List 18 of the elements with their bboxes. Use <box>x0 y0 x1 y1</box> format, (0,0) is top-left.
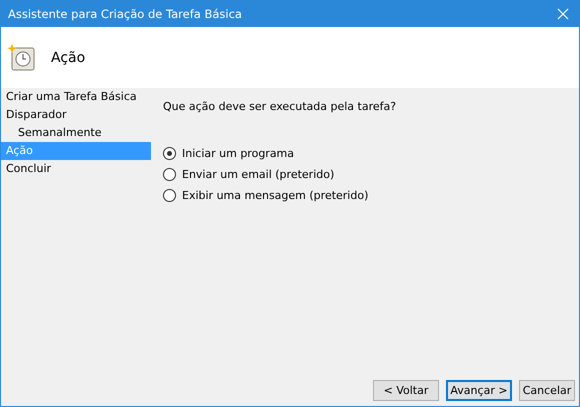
radio-button[interactable] <box>163 168 176 181</box>
radio-button[interactable] <box>163 189 176 202</box>
radio-option[interactable]: Enviar um email (preterido) <box>163 164 579 185</box>
sidebar-item[interactable]: Semanalmente <box>1 124 151 142</box>
close-icon[interactable] <box>557 8 569 20</box>
radio-option[interactable]: Iniciar um programa <box>163 143 579 164</box>
window-title: Assistente para Criação de Tarefa Básica <box>8 7 242 21</box>
wizard-button[interactable]: Avançar > <box>446 380 512 401</box>
sidebar-item[interactable]: Concluir <box>1 160 151 178</box>
radio-button[interactable] <box>163 147 176 160</box>
wizard-button[interactable]: < Voltar <box>373 380 439 401</box>
question-text: Que ação deve ser executada pela tarefa? <box>163 100 398 113</box>
sidebar-item[interactable]: Disparador <box>1 106 151 124</box>
clock-icon <box>7 42 37 72</box>
wizard-button[interactable]: Cancelar <box>519 380 575 401</box>
sidebar-item[interactable]: Criar uma Tarefa Básica <box>1 88 151 106</box>
radio-option[interactable]: Exibir uma mensagem (preterido) <box>163 185 579 206</box>
page-title: Ação <box>51 50 86 66</box>
